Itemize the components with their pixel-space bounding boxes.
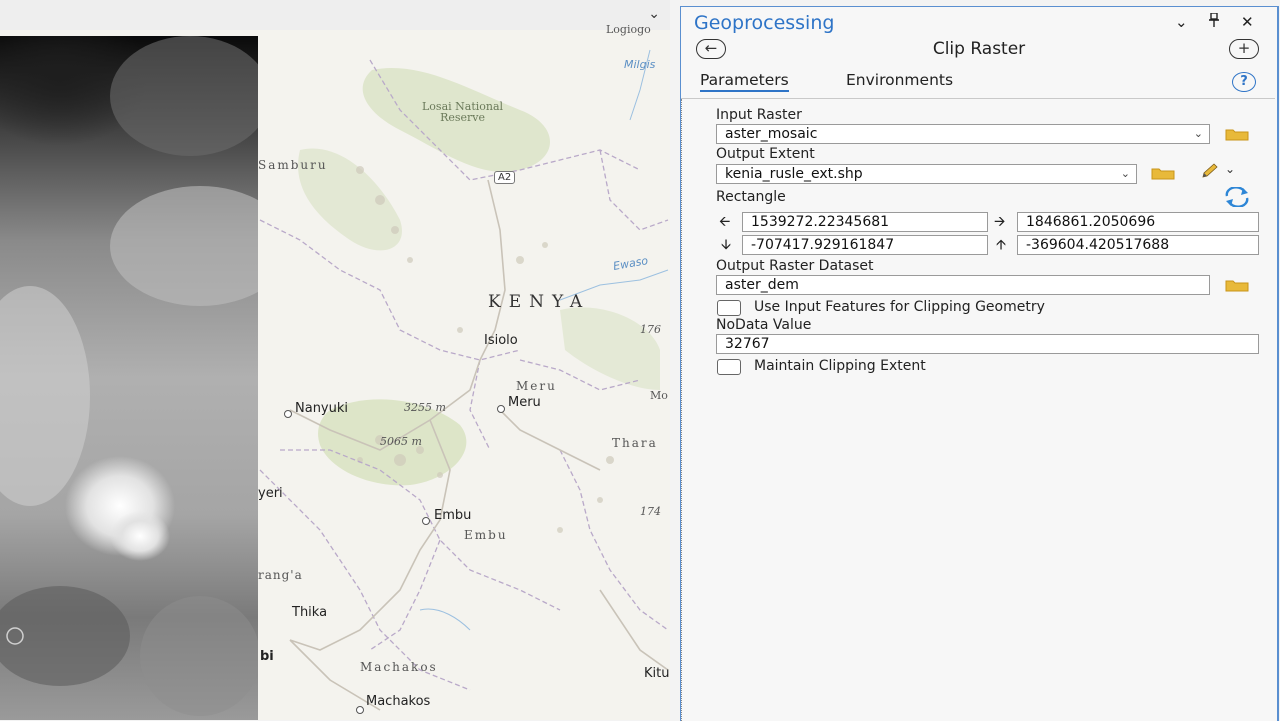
tool-title: Clip Raster: [932, 39, 1026, 59]
road-shield-a2: A2: [494, 171, 516, 184]
town-dot-nanyuki: [284, 410, 292, 418]
nodata-label: NoData Value: [716, 317, 812, 333]
maintain-extent-label[interactable]: Maintain Clipping Extent: [754, 358, 926, 374]
pin-icon[interactable]: [1208, 12, 1220, 31]
parameters-form: Input Raster aster_mosaic ⌄ Output Exten…: [681, 99, 1276, 721]
map-label-isiolo: Isiolo: [484, 333, 518, 348]
dem-raster-layer[interactable]: [0, 36, 258, 720]
map-label-meru-town: Meru: [508, 395, 541, 410]
map-label-kenya: KENYA: [488, 292, 591, 312]
map-toolbar: ⌄: [0, 0, 670, 31]
rectangle-bottom-input[interactable]: -707417.929161847: [742, 235, 988, 255]
map-label-elev-5065: 5065 m: [380, 435, 422, 448]
map-label-nyeri: yeri: [258, 486, 283, 501]
chevron-down-icon[interactable]: ⌄: [648, 6, 660, 22]
map-label-milgis: Milgis: [624, 58, 656, 71]
rectangle-label: Rectangle: [716, 189, 786, 205]
refresh-icon[interactable]: [1222, 186, 1252, 211]
output-extent-label: Output Extent: [716, 146, 815, 162]
output-dataset-input[interactable]: aster_dem: [716, 275, 1210, 295]
map-label-elev-174: 174: [640, 505, 661, 518]
map-label-samburu: Samburu: [258, 158, 328, 172]
help-icon[interactable]: ?: [1232, 72, 1256, 92]
rectangle-left-value: 1539272.22345681: [751, 214, 890, 230]
map-label-machakos-town: Machakos: [366, 694, 431, 709]
output-dataset-value: aster_dem: [725, 277, 799, 293]
rectangle-bottom-value: -707417.929161847: [751, 237, 895, 253]
arrow-up-icon: 🡩: [996, 237, 1007, 253]
map-label-losai-reserve: Losai National Reserve: [422, 100, 504, 124]
output-dataset-label: Output Raster Dataset: [716, 258, 874, 274]
map-label-elev-3255: 3255 m: [404, 401, 446, 414]
rectangle-left-input[interactable]: 1539272.22345681: [742, 212, 988, 232]
map-label-nanyuki: Nanyuki: [295, 401, 349, 416]
arrow-left-icon: 🡨: [719, 214, 731, 230]
map-label-nairobi: bi: [260, 649, 274, 664]
tab-parameters[interactable]: Parameters: [700, 71, 789, 92]
use-input-features-checkbox[interactable]: [717, 300, 741, 316]
map-view[interactable]: ⌄ Logiogo Milgis Losai National Reserve …: [0, 0, 670, 720]
output-extent-value: kenia_rusle_ext.shp: [725, 166, 863, 182]
map-label-thara: Thara: [612, 436, 658, 450]
draw-extent-pencil-icon[interactable]: [1200, 163, 1222, 183]
map-label-embu-region: Embu: [464, 528, 508, 542]
input-raster-value: aster_mosaic: [725, 126, 818, 142]
map-label-muranga: rang'a: [258, 568, 303, 582]
browse-folder-icon[interactable]: [1225, 279, 1249, 292]
arrow-down-icon: 🡫: [721, 237, 732, 253]
use-input-features-label[interactable]: Use Input Features for Clipping Geometry: [754, 299, 1045, 315]
rectangle-right-input[interactable]: 1846861.2050696: [1017, 212, 1259, 232]
map-label-meru-region: Meru: [516, 379, 557, 393]
map-label-logologo: Logiogo: [606, 23, 651, 36]
map-label-machakos-region: Machakos: [360, 660, 438, 674]
chevron-down-icon[interactable]: ⌄: [1194, 125, 1203, 143]
options-chevron-icon[interactable]: ⌄: [1175, 13, 1188, 31]
arrow-right-icon: 🡪: [994, 214, 1006, 230]
chevron-down-icon[interactable]: ⌄: [1225, 162, 1235, 176]
map-label-embu-town: Embu: [434, 508, 472, 523]
input-raster-label: Input Raster: [716, 107, 802, 123]
town-dot-machakos: [356, 706, 364, 714]
close-icon[interactable]: ✕: [1241, 13, 1254, 31]
pane-title: Geoprocessing: [694, 12, 835, 34]
geoprocessing-pane: Geoprocessing ⌄ ✕ ← Clip Raster + Parame…: [680, 6, 1279, 721]
output-extent-dropdown[interactable]: kenia_rusle_ext.shp ⌄: [716, 164, 1137, 184]
browse-folder-icon[interactable]: [1151, 167, 1175, 180]
input-raster-dropdown[interactable]: aster_mosaic ⌄: [716, 124, 1210, 144]
rectangle-top-input[interactable]: -369604.420517688: [1017, 235, 1259, 255]
nodata-value: 32767: [725, 336, 770, 352]
rectangle-right-value: 1846861.2050696: [1026, 214, 1156, 230]
chevron-down-icon[interactable]: ⌄: [1121, 165, 1130, 183]
map-label-elev-176: 176: [640, 323, 661, 336]
maintain-extent-checkbox[interactable]: [717, 359, 741, 375]
rectangle-top-value: -369604.420517688: [1026, 237, 1170, 253]
map-label-mo: Mo: [650, 389, 668, 402]
nodata-input[interactable]: 32767: [716, 334, 1259, 354]
town-dot-embu: [422, 517, 430, 525]
add-button[interactable]: +: [1229, 39, 1259, 59]
browse-folder-icon[interactable]: [1225, 128, 1249, 141]
map-label-thika: Thika: [292, 605, 328, 620]
map-label-kitui: Kitu: [644, 666, 670, 681]
town-dot-meru: [497, 405, 505, 413]
tab-environments[interactable]: Environments: [846, 71, 953, 89]
